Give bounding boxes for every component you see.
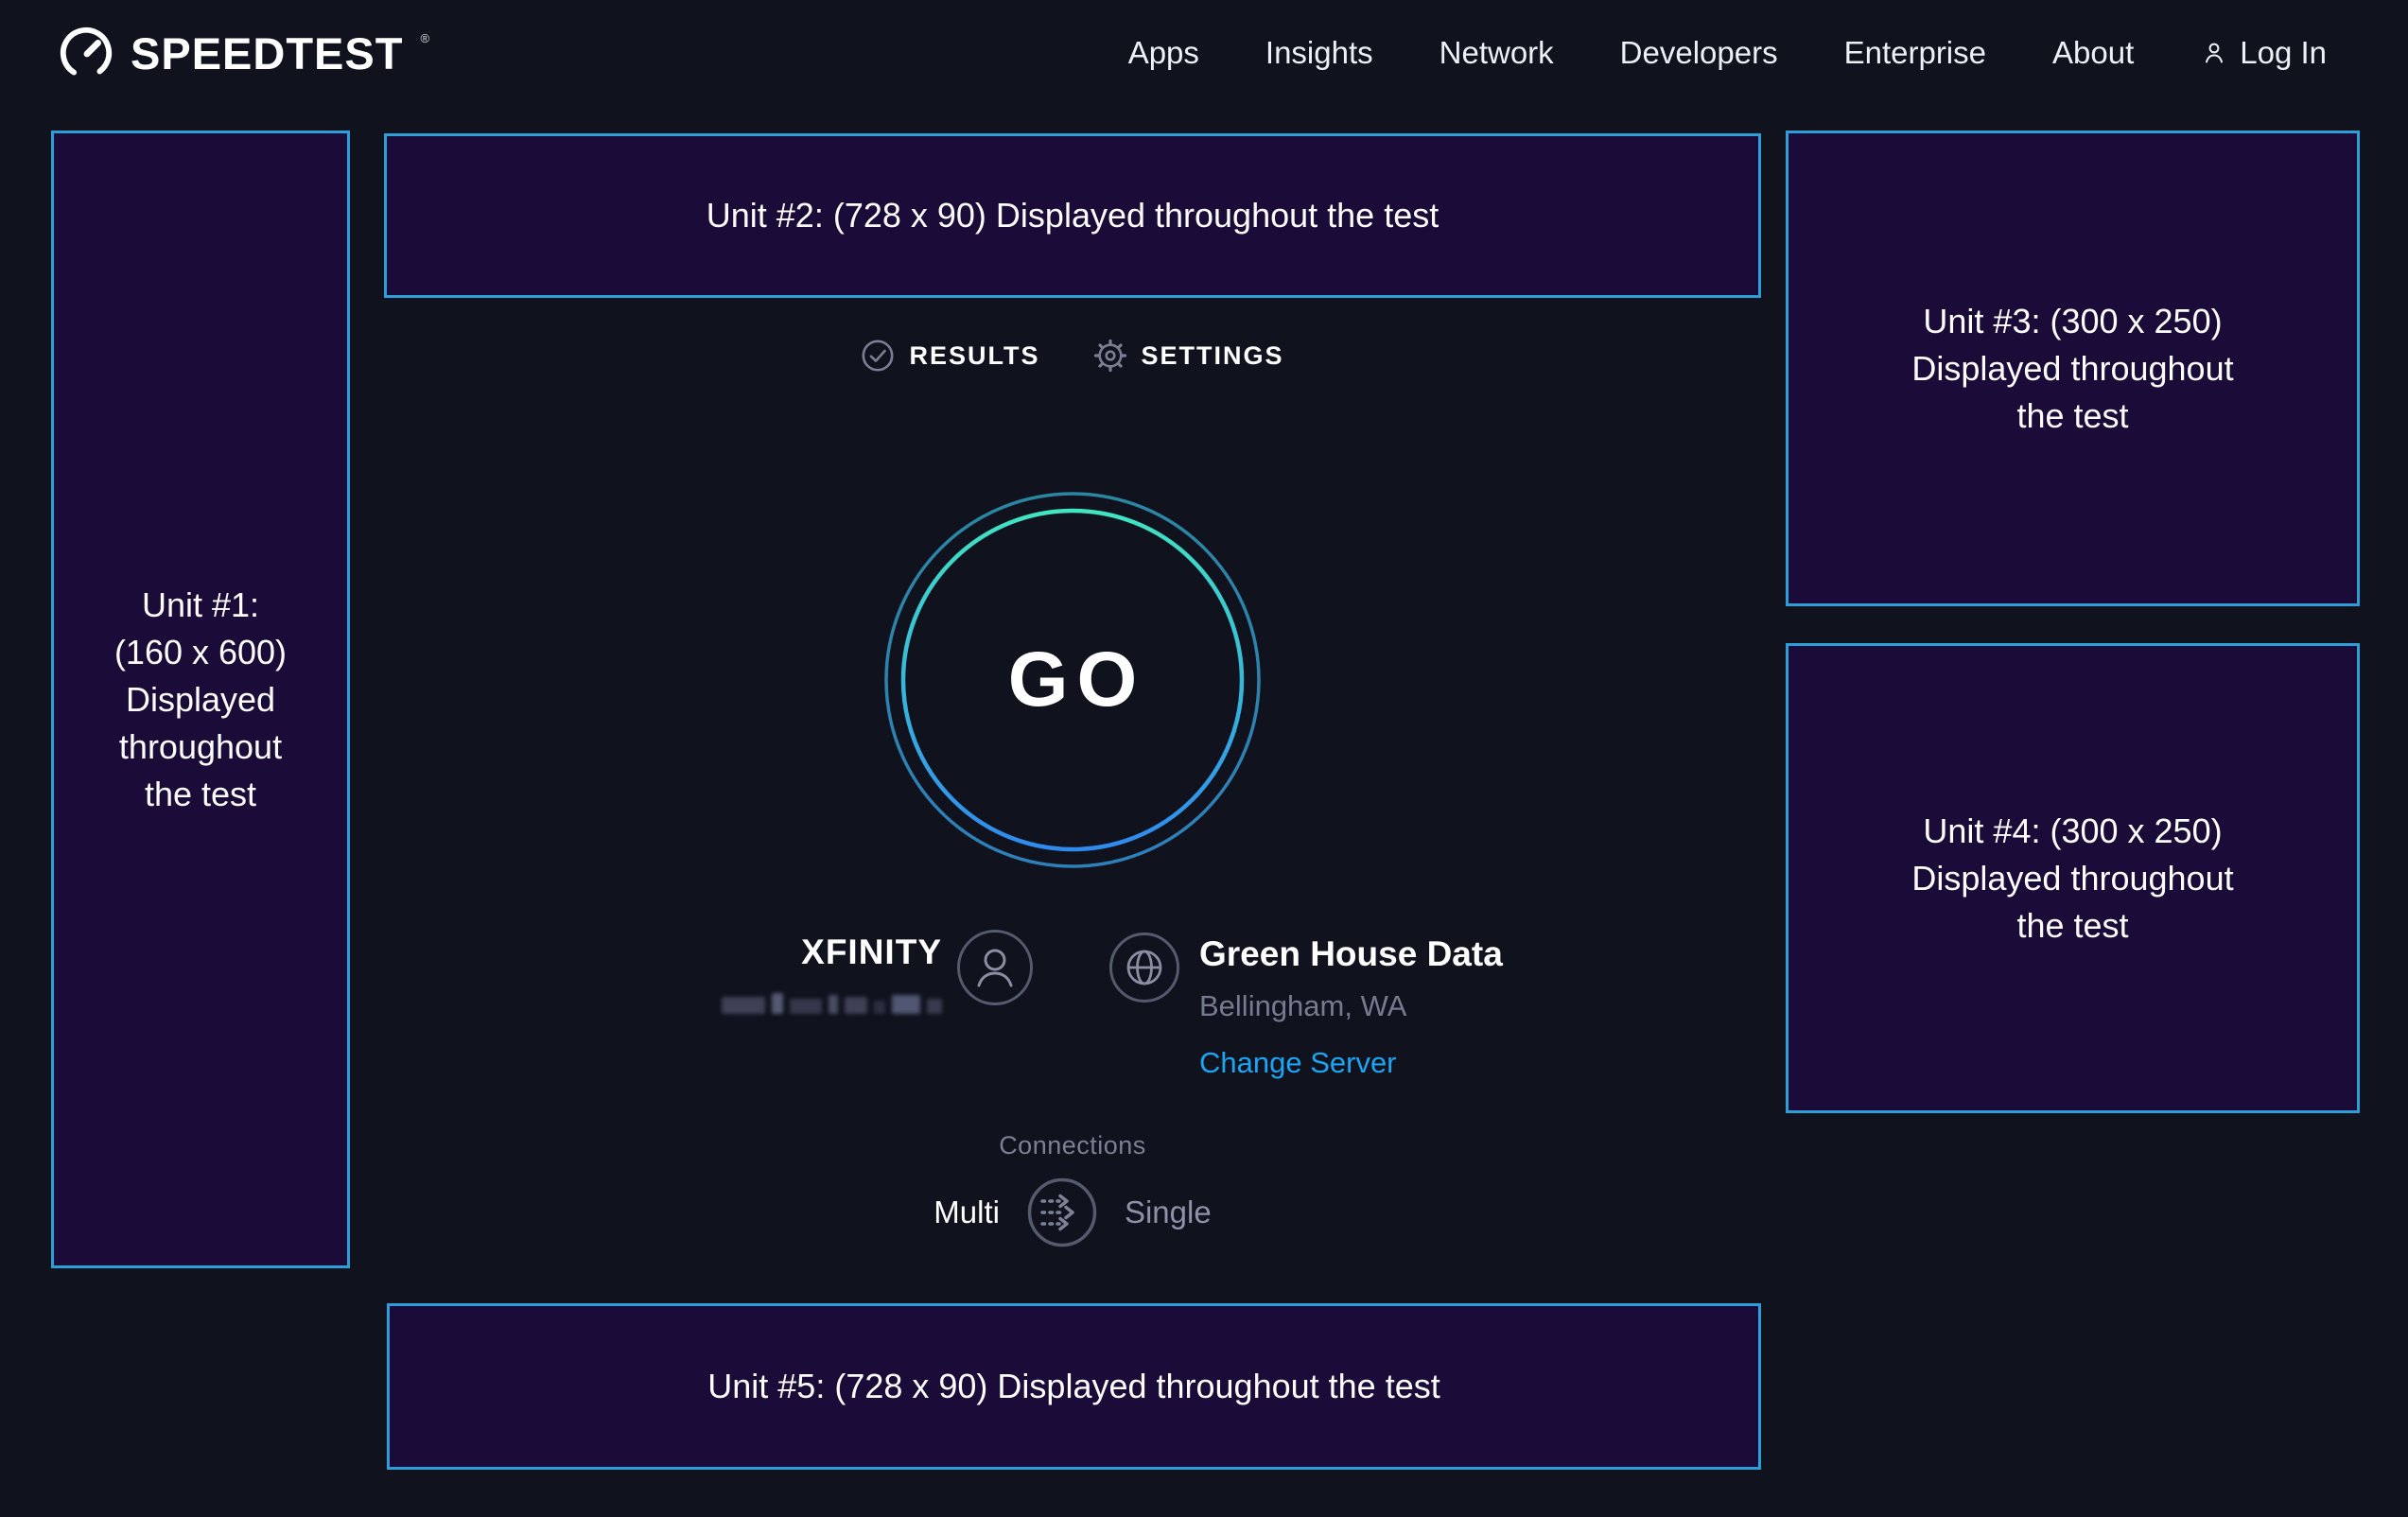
- nav-item-enterprise[interactable]: Enterprise: [1844, 35, 1986, 71]
- tab-settings-label: SETTINGS: [1142, 341, 1284, 371]
- change-server-link[interactable]: Change Server: [1199, 1046, 1503, 1080]
- main-nav: Apps Insights Network Developers Enterpr…: [1128, 35, 2327, 71]
- check-circle-icon: [861, 339, 895, 373]
- connections-option-single[interactable]: Single: [1125, 1194, 1212, 1230]
- login-label: Log In: [2240, 35, 2327, 71]
- login-button[interactable]: Log In: [2200, 35, 2327, 71]
- ad-unit-1-skyscraper: Unit #1: (160 x 600) Displayed throughou…: [51, 131, 350, 1268]
- logo-trademark: ®: [420, 31, 429, 45]
- tab-settings[interactable]: SETTINGS: [1093, 339, 1284, 373]
- gear-icon: [1093, 339, 1127, 373]
- speedtest-page: SPEEDTEST ® Apps Insights Network Develo…: [0, 0, 2408, 1517]
- isp-block: XFINITY: [586, 933, 942, 1014]
- ad-unit-2-leaderboard: Unit #2: (728 x 90) Displayed throughout…: [384, 133, 1761, 298]
- redacted-ip-text: [586, 989, 942, 1014]
- nav-item-apps[interactable]: Apps: [1128, 35, 1199, 71]
- nav-item-about[interactable]: About: [2052, 35, 2134, 71]
- connections-option-multi[interactable]: Multi: [934, 1194, 1000, 1230]
- ad-unit-3-rectangle: Unit #3: (300 x 250) Displayed throughou…: [1786, 131, 2360, 606]
- logo-wordmark: SPEEDTEST: [131, 27, 403, 79]
- nav-item-developers[interactable]: Developers: [1620, 35, 1778, 71]
- person-icon: [2200, 39, 2228, 67]
- isp-name: XFINITY: [586, 933, 942, 972]
- results-settings-tabs: RESULTS: [384, 339, 1761, 373]
- server-location: Bellingham, WA: [1199, 989, 1503, 1023]
- nav-item-network[interactable]: Network: [1440, 35, 1554, 71]
- go-button[interactable]: GO: [882, 490, 1263, 870]
- globe-icon: [1108, 932, 1180, 1008]
- ad-unit-3-text: Unit #3: (300 x 250) Displayed throughou…: [1888, 298, 2259, 440]
- ad-unit-5-text: Unit #5: (728 x 90) Displayed throughout…: [707, 1363, 1440, 1410]
- connections-label: Connections: [384, 1131, 1761, 1160]
- ad-unit-4-rectangle: Unit #4: (300 x 250) Displayed throughou…: [1786, 643, 2360, 1113]
- ad-unit-4-text: Unit #4: (300 x 250) Displayed throughou…: [1888, 808, 2259, 950]
- server-name: Green House Data: [1199, 934, 1503, 974]
- ad-unit-5-leaderboard: Unit #5: (728 x 90) Displayed throughout…: [387, 1303, 1761, 1470]
- tab-results-label: RESULTS: [909, 341, 1039, 371]
- tab-results[interactable]: RESULTS: [861, 339, 1039, 373]
- top-nav-bar: SPEEDTEST ® Apps Insights Network Develo…: [0, 0, 2408, 106]
- speedtest-logo[interactable]: SPEEDTEST ®: [57, 24, 428, 82]
- person-circle-icon: [956, 929, 1034, 1011]
- go-button-label: GO: [882, 490, 1263, 870]
- nav-item-insights[interactable]: Insights: [1265, 35, 1373, 71]
- server-block: Green House Data Bellingham, WA Change S…: [1199, 934, 1503, 1080]
- ad-unit-2-text: Unit #2: (728 x 90) Displayed throughout…: [707, 192, 1439, 239]
- ad-unit-1-text: Unit #1: (160 x 600) Displayed throughou…: [77, 582, 324, 818]
- multi-arrows-icon[interactable]: [1026, 1177, 1098, 1248]
- connections-toggle-row: Multi Single: [384, 1177, 1761, 1248]
- gauge-icon: [57, 24, 115, 82]
